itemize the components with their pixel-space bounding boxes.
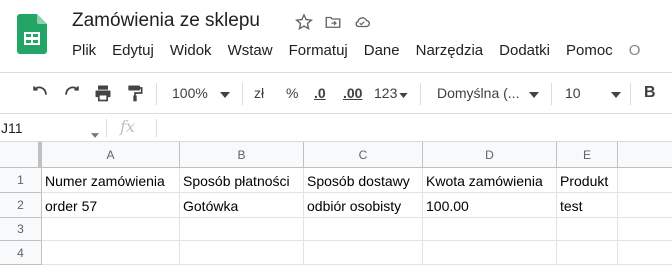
undo-icon[interactable] <box>30 73 50 113</box>
zoom-value: 100% <box>172 85 208 101</box>
row-header-3[interactable]: 3 <box>0 218 42 241</box>
column-header-e[interactable]: E <box>557 142 618 168</box>
menu-file[interactable]: Plik <box>72 42 96 59</box>
cell-f4[interactable] <box>618 241 672 265</box>
app-header: Zamówienia ze sklepu Plik Edytuj Widok W… <box>0 0 672 72</box>
decrease-decimals-button[interactable]: .0 <box>314 73 326 113</box>
cell-b3[interactable] <box>180 218 304 241</box>
name-box[interactable]: J11 <box>0 114 104 141</box>
column-header-b[interactable]: B <box>180 142 304 168</box>
more-formats-button[interactable]: 123 <box>374 73 409 113</box>
cell-d4[interactable] <box>423 241 557 265</box>
star-icon[interactable] <box>294 12 314 32</box>
cell-f1[interactable] <box>618 168 672 193</box>
paint-format-icon[interactable] <box>125 73 145 113</box>
row-header-1[interactable]: 1 <box>0 168 42 193</box>
zoom-select[interactable]: 100% <box>172 73 230 113</box>
cell-e1[interactable]: Produkt <box>557 168 618 193</box>
column-header-f[interactable] <box>618 142 672 168</box>
redo-icon[interactable] <box>62 73 82 113</box>
cell-a3[interactable] <box>42 218 180 241</box>
cell-a1[interactable]: Numer zamówienia <box>42 168 180 193</box>
cell-a2[interactable]: order 57 <box>42 193 180 218</box>
row-header-4[interactable]: 4 <box>0 241 42 265</box>
menu-help[interactable]: Pomoc <box>566 42 613 59</box>
cell-e3[interactable] <box>557 218 618 241</box>
cell-d2[interactable]: 100.00 <box>423 193 557 218</box>
menu-bar: Plik Edytuj Widok Wstaw Formatuj Dane Na… <box>72 42 656 59</box>
fx-icon: fx <box>120 117 135 136</box>
menu-insert[interactable]: Wstaw <box>228 42 273 59</box>
cell-f3[interactable] <box>618 218 672 241</box>
cloud-status-icon[interactable] <box>352 12 372 32</box>
currency-format-button[interactable]: zł <box>254 73 264 113</box>
menu-edit[interactable]: Edytuj <box>112 42 154 59</box>
font-family-select[interactable]: Domyślna (... <box>437 73 540 113</box>
cell-d3[interactable] <box>423 218 557 241</box>
cell-c2[interactable]: odbiór osobisty <box>304 193 423 218</box>
column-header-d[interactable]: D <box>423 142 557 168</box>
print-icon[interactable] <box>93 73 113 113</box>
cell-e2[interactable]: test <box>557 193 618 218</box>
font-size-select[interactable]: 10 <box>565 73 621 113</box>
cell-b4[interactable] <box>180 241 304 265</box>
menu-last-edit[interactable]: O <box>629 42 641 59</box>
select-all-corner[interactable] <box>0 142 42 168</box>
cell-e4[interactable] <box>557 241 618 265</box>
cell-d1[interactable]: Kwota zamówienia <box>423 168 557 193</box>
cell-c3[interactable] <box>304 218 423 241</box>
chevron-down-icon <box>91 125 99 141</box>
menu-view[interactable]: Widok <box>170 42 212 59</box>
cell-a4[interactable] <box>42 241 180 265</box>
cell-c4[interactable] <box>304 241 423 265</box>
formula-bar: J11 fx <box>0 114 672 142</box>
column-header-c[interactable]: C <box>304 142 423 168</box>
menu-data[interactable]: Dane <box>364 42 400 59</box>
menu-addons[interactable]: Dodatki <box>499 42 550 59</box>
document-title[interactable]: Zamówienia ze sklepu <box>72 10 260 32</box>
sheets-logo-icon[interactable] <box>17 14 47 54</box>
cell-c1[interactable]: Sposób dostawy <box>304 168 423 193</box>
toolbar: 100% zł % .0 .00 123 Domyślna (... 10 B <box>0 72 672 114</box>
cell-b1[interactable]: Sposób płatności <box>180 168 304 193</box>
bold-button[interactable]: B <box>644 73 656 113</box>
row-header-2[interactable]: 2 <box>0 193 42 218</box>
chevron-down-icon <box>529 85 540 101</box>
percent-format-button[interactable]: % <box>286 73 298 113</box>
chevron-down-icon <box>219 85 230 101</box>
chevron-down-icon <box>399 85 409 101</box>
column-header-a[interactable]: A <box>42 142 180 168</box>
cell-f2[interactable] <box>618 193 672 218</box>
formula-input[interactable] <box>162 114 672 141</box>
move-to-folder-icon[interactable] <box>323 12 343 32</box>
increase-decimals-button[interactable]: .00 <box>343 73 362 113</box>
menu-tools[interactable]: Narzędzia <box>416 42 484 59</box>
chevron-down-icon <box>610 85 621 101</box>
menu-format[interactable]: Formatuj <box>289 42 348 59</box>
cell-b2[interactable]: Gotówka <box>180 193 304 218</box>
